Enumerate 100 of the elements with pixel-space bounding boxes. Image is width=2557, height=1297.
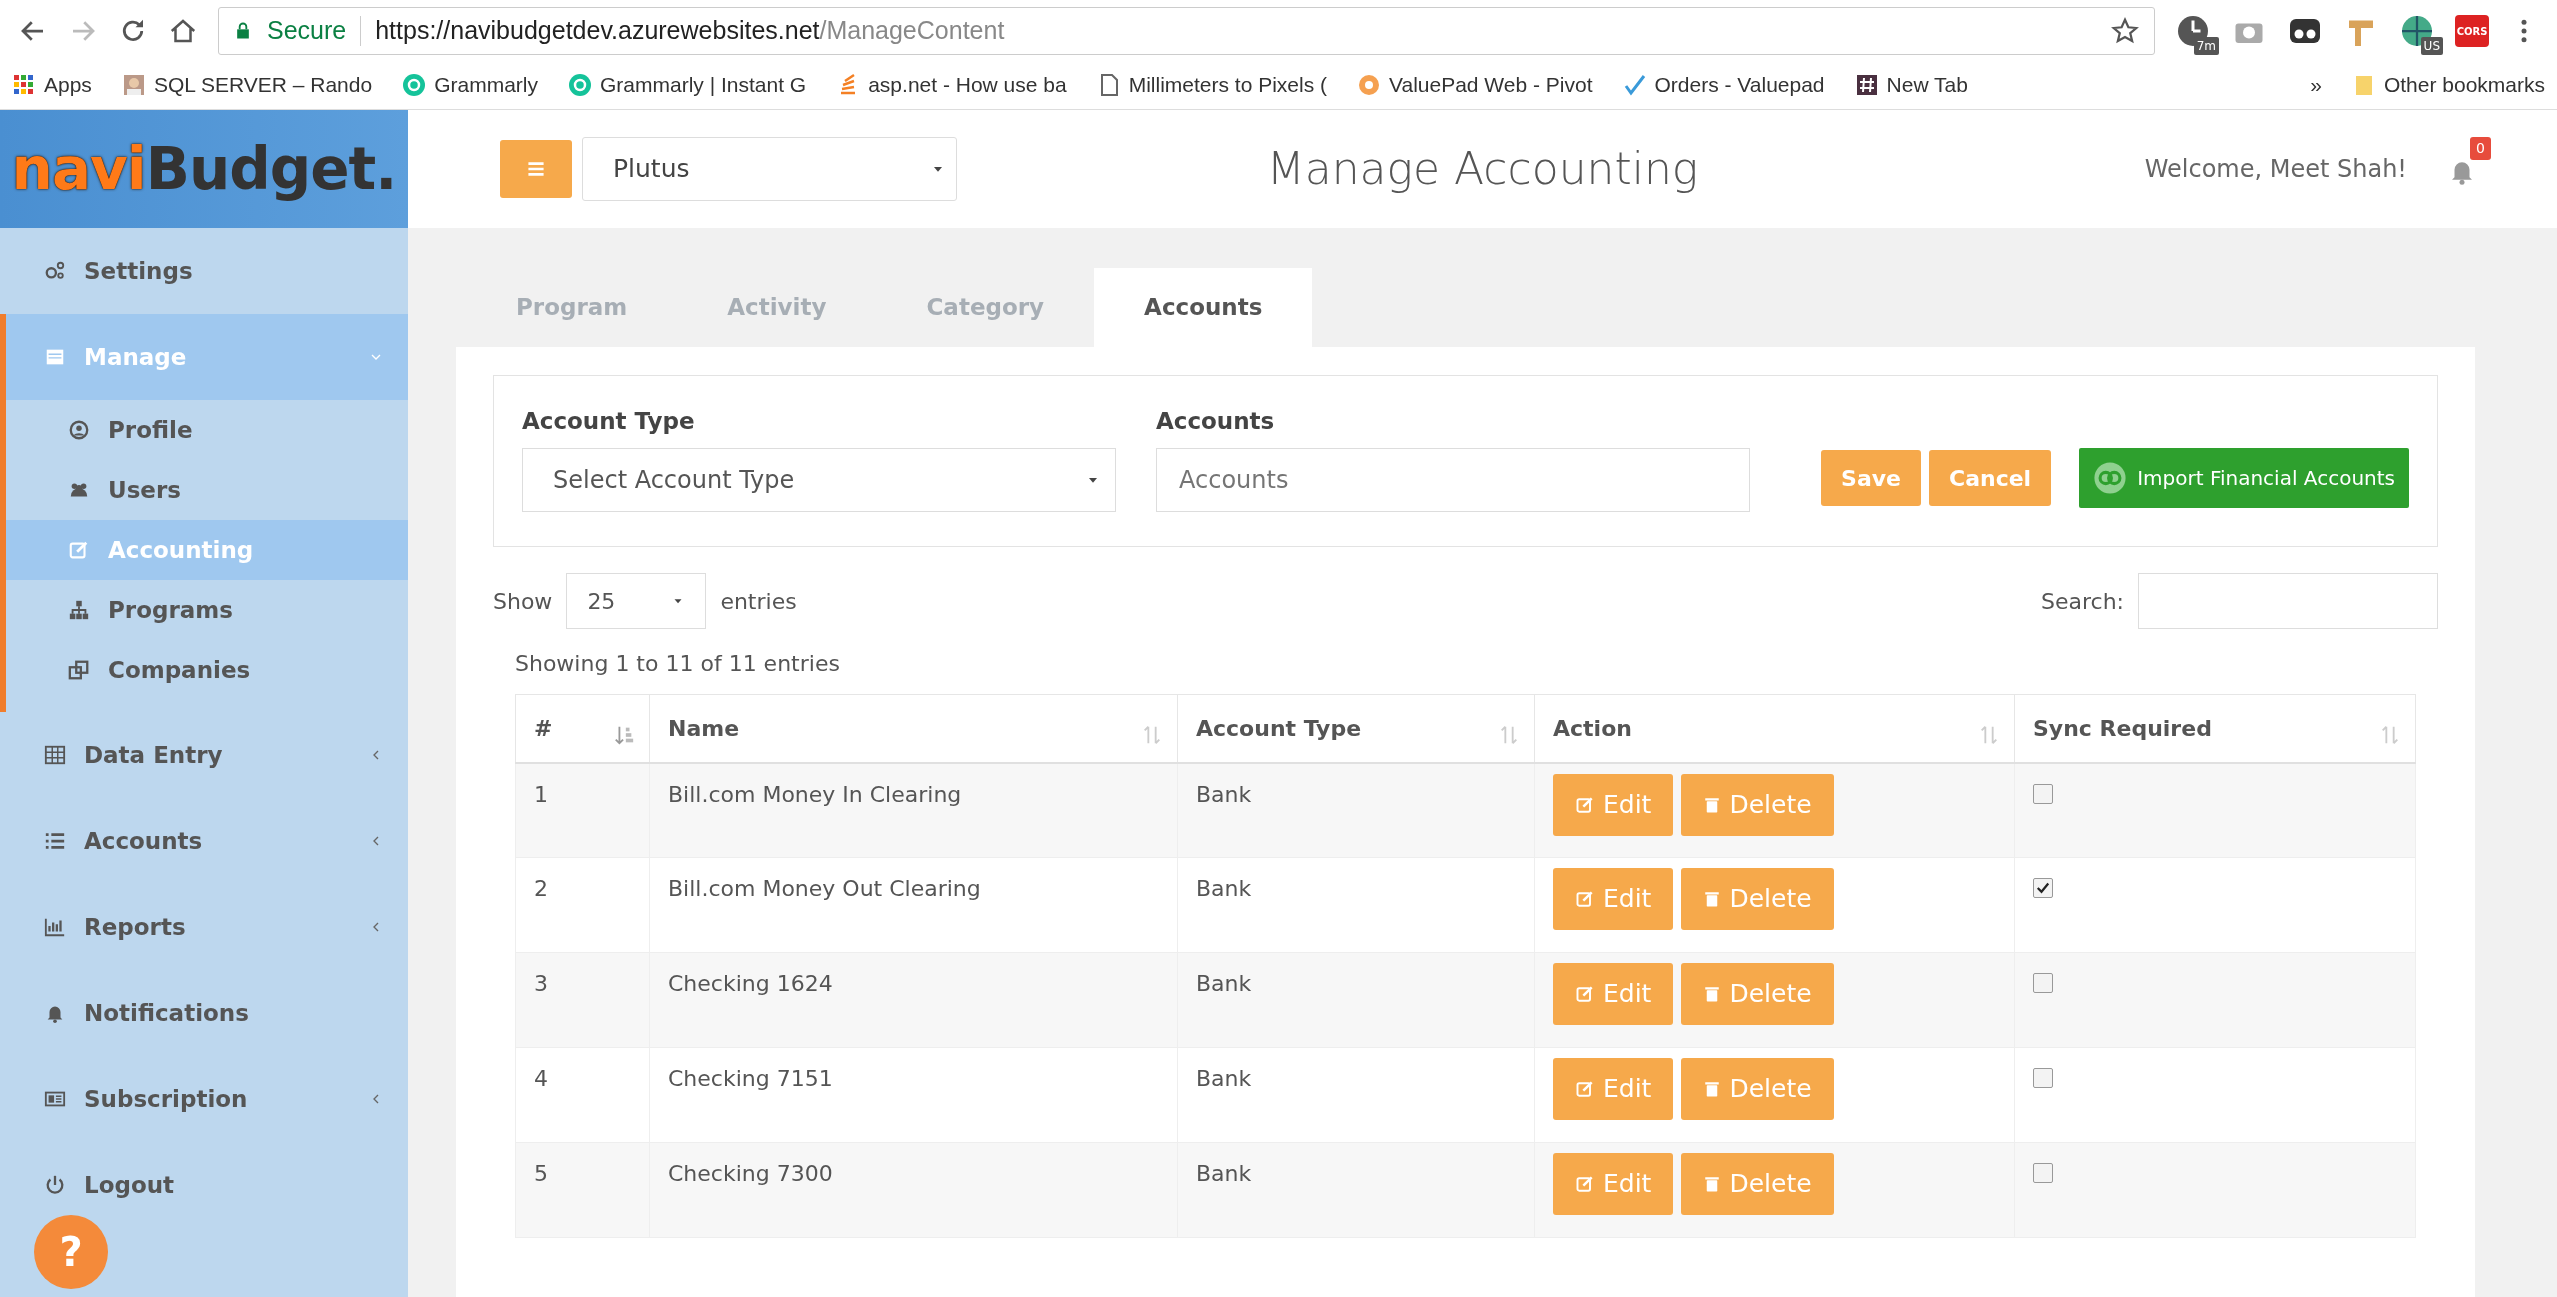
table-cell: 2 xyxy=(515,857,650,953)
url-text: https://navibudgetdev.azurewebsites.net/ManageContent xyxy=(375,15,1005,47)
avatar-icon xyxy=(121,73,146,97)
sidebar-item[interactable]: Accounts xyxy=(0,798,408,884)
table-cell: Bank xyxy=(1177,1142,1535,1238)
table-cell: Checking 7151 xyxy=(649,1047,1178,1143)
table-cell: Bank xyxy=(1177,1047,1535,1143)
bookmark-link[interactable]: asp.net - How use ba xyxy=(868,69,1067,101)
sort-active-icon xyxy=(613,724,635,746)
bookmark-link[interactable]: Millimeters to Pixels ( xyxy=(1128,69,1327,101)
sidebar-item[interactable]: Notifications xyxy=(0,970,408,1056)
list-icon xyxy=(44,830,66,852)
sidebar-subitem[interactable]: Companies xyxy=(6,640,408,700)
check-icon xyxy=(1622,73,1647,97)
quickbooks-icon xyxy=(2093,461,2128,495)
table-cell: 5 xyxy=(515,1142,650,1238)
bookmark-link[interactable]: SQL SERVER – Rando xyxy=(153,69,373,101)
address-bar[interactable]: Secure https://navibudgetdev.azurewebsites.net/ManageContent xyxy=(218,7,2155,55)
gears-icon xyxy=(44,260,66,282)
show-label: Show xyxy=(493,587,553,616)
accounts-input[interactable]: Accounts xyxy=(1156,448,1750,512)
grammarly-icon xyxy=(402,73,427,97)
tab[interactable]: Accounts xyxy=(1094,268,1313,347)
table-cell: 1 xyxy=(515,762,650,858)
bookmark-link[interactable]: Orders - Valuepad xyxy=(1654,69,1825,101)
sidebar-item[interactable]: Settings xyxy=(0,228,408,314)
sync-checkbox[interactable] xyxy=(2033,878,2053,898)
bar-chart-icon xyxy=(44,916,66,938)
field-label: Account Type xyxy=(522,406,696,436)
grammarly-icon xyxy=(568,73,592,97)
overflow-chevron[interactable]: » xyxy=(2310,69,2322,101)
extension-badge: 7m xyxy=(2193,37,2219,55)
table-cell: 4 xyxy=(515,1047,650,1143)
sidebar-subitem[interactable]: Profile xyxy=(6,400,408,460)
sidebar-subitem[interactable]: Programs xyxy=(6,580,408,640)
sort-icon xyxy=(1141,724,1163,746)
table-cell: Bank xyxy=(1177,857,1535,953)
page-title: Manage Accounting xyxy=(1266,142,1699,196)
sidebar-item[interactable]: Data Entry xyxy=(0,712,408,798)
extension-icon[interactable]: CORS xyxy=(2455,15,2489,47)
user-circle-icon xyxy=(68,419,90,441)
edit-icon xyxy=(1575,889,1595,909)
column-header[interactable]: Name xyxy=(649,694,1178,763)
account-type-select[interactable]: Select Account Type xyxy=(522,448,1116,512)
bookmark-link[interactable]: Grammarly xyxy=(434,69,538,101)
column-header[interactable]: Account Type xyxy=(1177,694,1535,763)
logo[interactable]: naviBudget. xyxy=(0,110,408,228)
sitemap-icon xyxy=(68,599,90,621)
table-cell: 3 xyxy=(515,952,650,1048)
trash-icon xyxy=(1703,1079,1722,1099)
column-header[interactable]: Sync Required xyxy=(2014,694,2416,763)
sidebar-subitem[interactable]: Users xyxy=(6,460,408,520)
edit-icon xyxy=(1575,984,1595,1004)
trash-icon xyxy=(1703,889,1722,909)
entries-label: entries xyxy=(720,587,797,616)
sort-icon xyxy=(1978,724,2000,746)
edit-icon xyxy=(1575,1174,1595,1194)
search-label: Search: xyxy=(2041,587,2124,616)
welcome-text: Welcome, Meet Shah! xyxy=(2144,154,2407,185)
sync-checkbox[interactable] xyxy=(2033,783,2053,804)
table-cell: Bank xyxy=(1177,762,1535,858)
bookmark-link[interactable]: ValuePad Web - Pivot xyxy=(1389,69,1593,101)
import-button[interactable]: Import Financial Accounts xyxy=(2079,448,2409,508)
sidebar-item[interactable]: Subscription xyxy=(0,1056,408,1142)
page-size-select[interactable]: 25 xyxy=(566,573,707,629)
sort-icon xyxy=(2379,724,2401,746)
sync-checkbox[interactable] xyxy=(2033,1068,2053,1088)
search-input[interactable] xyxy=(2138,573,2438,629)
windows-icon xyxy=(68,659,90,681)
flower-icon xyxy=(1357,73,1381,97)
bookmark-link[interactable]: Apps xyxy=(44,69,92,101)
sort-icon xyxy=(1498,724,1520,746)
power-icon xyxy=(44,1174,66,1196)
table-cell: Checking 1624 xyxy=(649,952,1178,1048)
edit-icon xyxy=(1575,1079,1595,1099)
edit-icon xyxy=(68,539,90,561)
secure-label: Secure xyxy=(267,15,347,47)
bookmark-link[interactable]: Grammarly | Instant G xyxy=(600,69,807,101)
table-cell: Bank xyxy=(1177,952,1535,1048)
entries-info: Showing 1 to 11 of 11 entries xyxy=(515,650,841,678)
sync-checkbox[interactable] xyxy=(2033,1163,2053,1183)
field-label: Accounts xyxy=(1156,406,1276,436)
sync-checkbox[interactable] xyxy=(2033,973,2053,993)
apps-grid-icon xyxy=(12,73,36,97)
table-cell: Bill.com Money Out Clearing xyxy=(649,857,1178,953)
sidebar-item[interactable]: Reports xyxy=(0,884,408,970)
trash-icon xyxy=(1703,984,1722,1004)
notification-badge: 0 xyxy=(2470,136,2491,160)
table-cell: Bill.com Money In Clearing xyxy=(649,762,1178,858)
grid-icon xyxy=(44,744,66,766)
extension-badge: US xyxy=(2420,37,2443,55)
column-header[interactable]: # xyxy=(515,694,650,763)
trash-icon xyxy=(1703,1174,1722,1194)
column-header[interactable]: Action xyxy=(1534,694,2015,763)
bookmark-link[interactable]: Other bookmarks xyxy=(2383,69,2545,101)
program-select[interactable]: Plutus xyxy=(582,137,957,201)
hash-icon xyxy=(1854,73,1879,97)
table-cell: Checking 7300 xyxy=(649,1142,1178,1238)
star-icon[interactable] xyxy=(2110,16,2140,46)
bookmark-link[interactable]: New Tab xyxy=(1886,69,1968,101)
